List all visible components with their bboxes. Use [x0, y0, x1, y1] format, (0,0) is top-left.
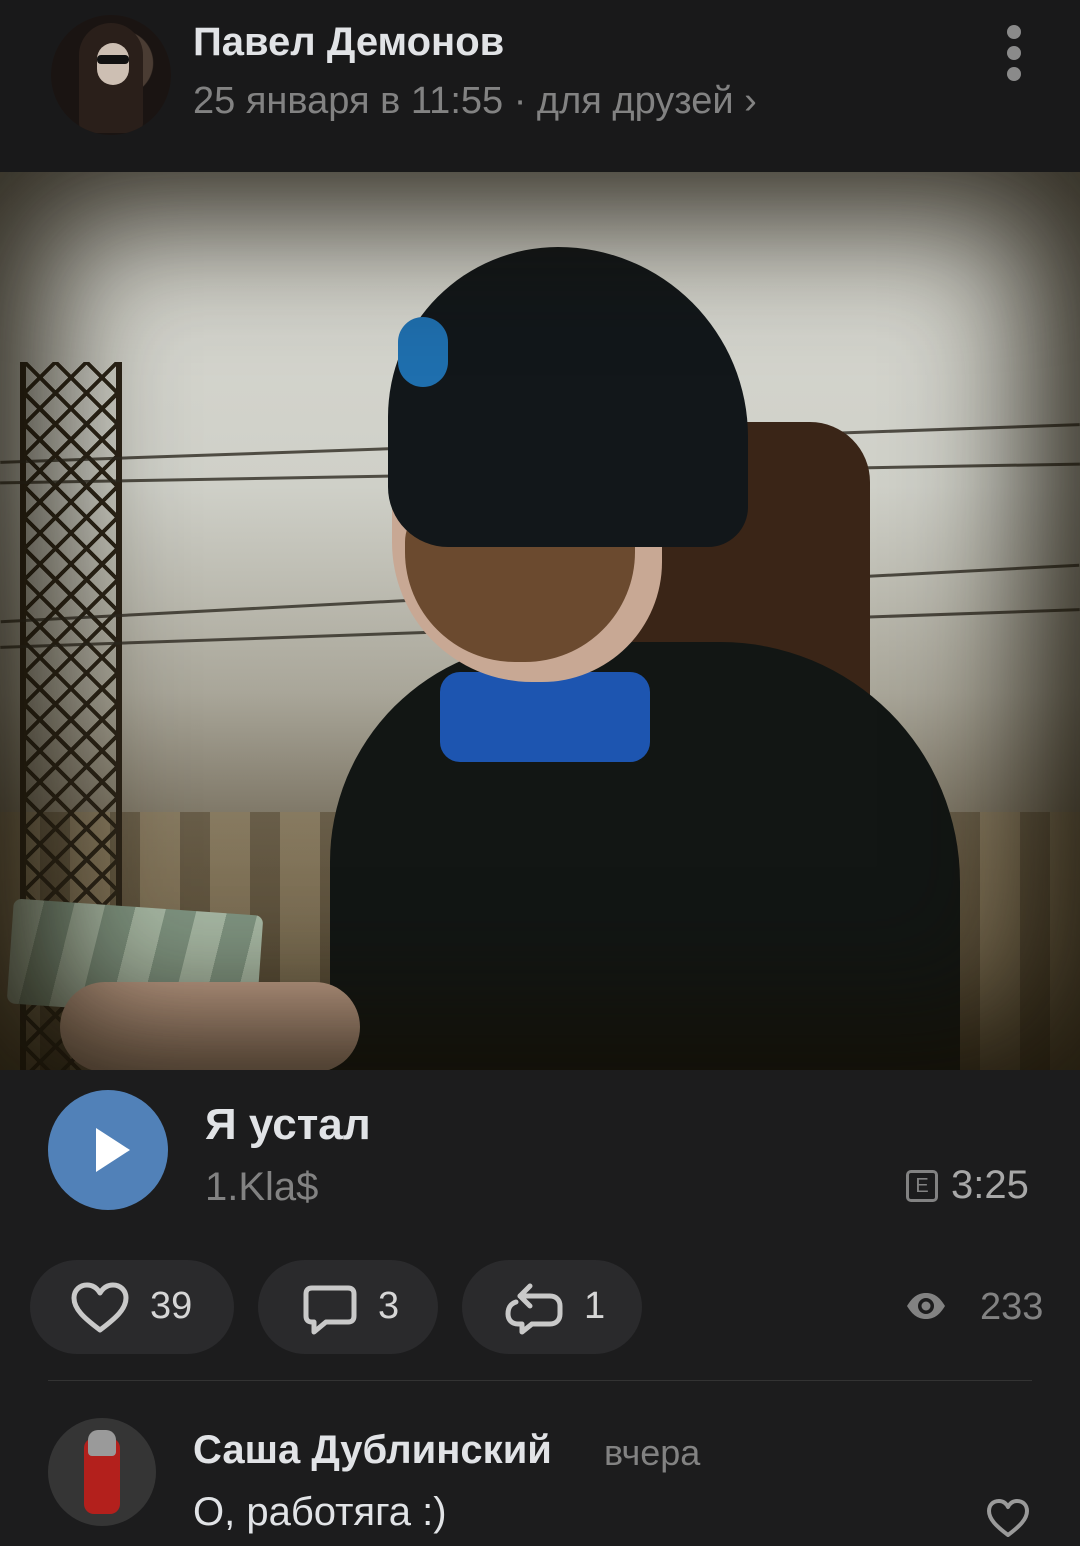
author-name[interactable]: Павел Демонов	[193, 20, 504, 65]
heart-icon	[71, 1282, 129, 1333]
explicit-icon: E	[906, 1170, 938, 1202]
repost-icon	[505, 1283, 563, 1335]
commenter-avatar[interactable]	[48, 1418, 156, 1526]
comment-time: вчера	[604, 1432, 701, 1473]
audio-attachment[interactable]: Я устал 1.Kla$ E 3:25	[0, 1070, 1080, 1250]
views-count: 233	[980, 1286, 1044, 1328]
post-photo[interactable]	[0, 172, 1080, 1070]
like-button[interactable]: 39	[30, 1260, 234, 1354]
heart-icon[interactable]	[986, 1498, 1030, 1538]
play-icon	[96, 1128, 130, 1172]
like-count: 39	[150, 1285, 193, 1327]
divider	[48, 1380, 1032, 1381]
play-button[interactable]	[48, 1090, 168, 1210]
post-header: Павел Демонов 25 января в 11:55 · для др…	[0, 0, 1080, 172]
comment-author[interactable]: Саша Дублинский	[193, 1428, 552, 1473]
track-artist[interactable]: 1.Kla$	[205, 1165, 318, 1210]
comment-text: О, работяга :)	[193, 1490, 447, 1534]
comment-count: 3	[378, 1285, 400, 1327]
repost-button[interactable]: 1	[462, 1260, 642, 1354]
more-vertical-icon[interactable]	[1000, 25, 1030, 81]
comment-button[interactable]: 3	[258, 1260, 438, 1354]
track-duration: 3:25	[951, 1163, 1029, 1207]
post-meta[interactable]: 25 января в 11:55 · для друзей ›	[193, 80, 757, 123]
author-avatar[interactable]	[51, 15, 171, 135]
repost-count: 1	[584, 1285, 606, 1327]
comment-icon	[303, 1285, 357, 1335]
eye-icon	[907, 1293, 945, 1319]
track-title: Я устал	[205, 1100, 371, 1149]
